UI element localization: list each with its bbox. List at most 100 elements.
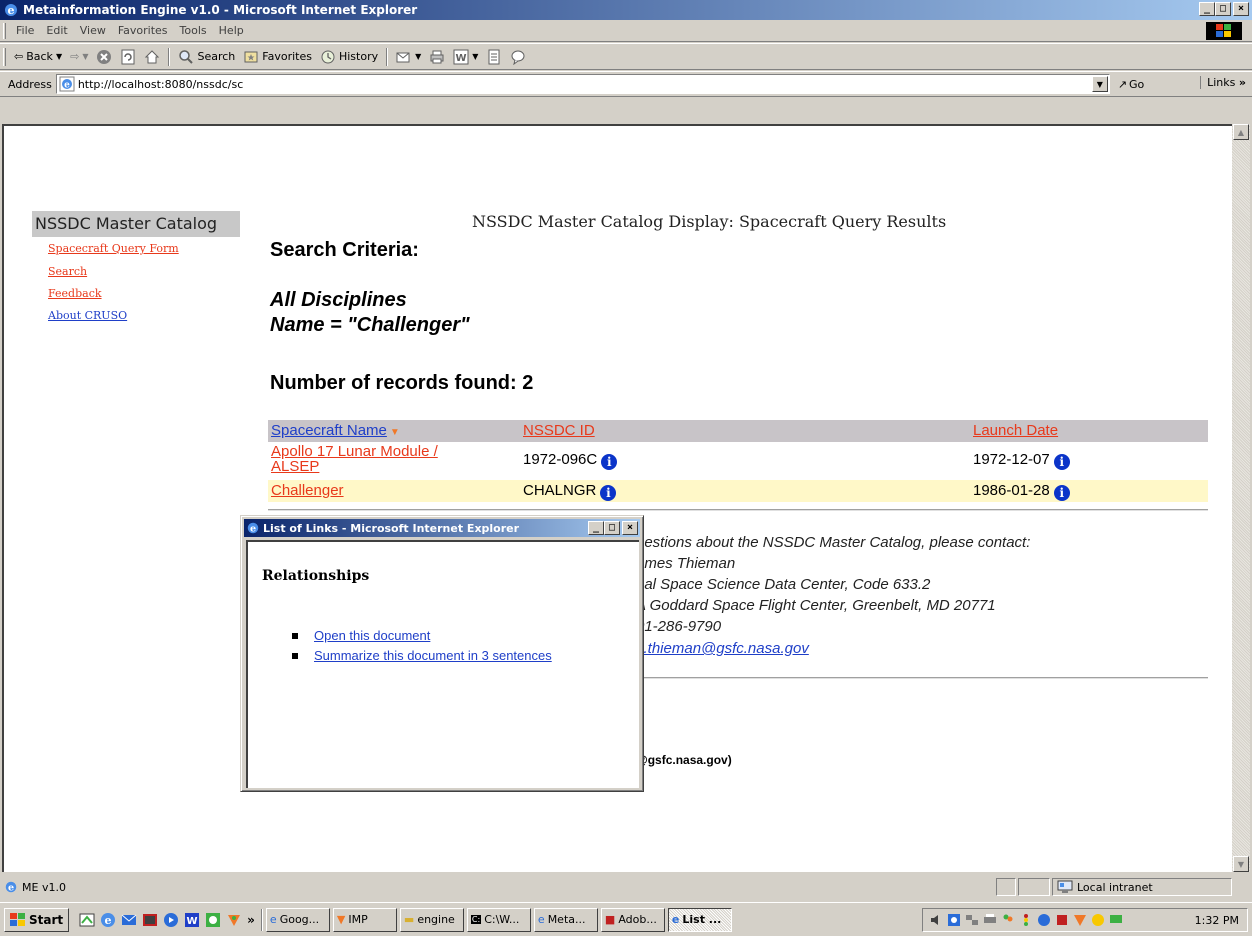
spacecraft-name-link[interactable]: Apollo 17 Lunar Module / ALSEP: [271, 444, 471, 474]
nssdc-id-cell: 1972-096C i: [523, 451, 618, 470]
menu-edit[interactable]: Edit: [40, 24, 73, 37]
task-adobe[interactable]: ■ Adob...: [600, 907, 665, 932]
history-button[interactable]: History: [316, 46, 382, 68]
media-icon[interactable]: [163, 912, 179, 928]
forward-button[interactable]: ⇨ ▼: [66, 46, 92, 68]
favorites-button[interactable]: Favorites: [239, 46, 316, 68]
menu-file[interactable]: File: [10, 24, 40, 37]
printer-icon[interactable]: [983, 913, 997, 927]
minimize-button[interactable]: _: [1199, 2, 1215, 16]
task-engine[interactable]: ▬ engine: [399, 907, 464, 932]
quick-launch-more[interactable]: »: [247, 913, 255, 927]
popup-title-bar[interactable]: e List of Links - Microsoft Internet Exp…: [244, 519, 640, 537]
spacecraft-name-link[interactable]: Challenger: [271, 482, 344, 499]
scroll-up-button[interactable]: ▲: [1233, 124, 1249, 140]
contact-email-link[interactable]: s.thieman@gsfc.nasa.gov: [636, 640, 809, 657]
page-icon: e: [59, 76, 75, 92]
task-command-prompt[interactable]: C: C:\W...: [466, 907, 531, 932]
mail-button[interactable]: ▼: [392, 46, 425, 68]
start-button[interactable]: Start: [4, 907, 70, 932]
volume-icon[interactable]: [929, 913, 943, 927]
ie-icon[interactable]: e: [100, 912, 116, 928]
back-button[interactable]: ⇦ Back ▼: [10, 46, 66, 68]
outlook-icon[interactable]: [121, 912, 137, 928]
photo-icon[interactable]: [142, 912, 158, 928]
task-imp[interactable]: ▼ IMP: [332, 907, 397, 932]
messenger-button[interactable]: [506, 46, 530, 68]
menu-grip[interactable]: [3, 23, 6, 39]
graph-icon[interactable]: [205, 912, 221, 928]
info-icon[interactable]: i: [601, 454, 618, 470]
chevron-down-icon: ▼: [82, 52, 89, 61]
header-spacecraft-name[interactable]: Spacecraft Name ▼: [271, 422, 400, 439]
header-launch-date[interactable]: Launch Date: [973, 422, 1058, 439]
word-icon: W: [453, 49, 469, 64]
computer-icon[interactable]: [1109, 913, 1123, 927]
edit-button[interactable]: W ▼: [449, 46, 482, 68]
launch-date-cell: 1972-12-07 i: [973, 451, 1070, 470]
link-search[interactable]: Search: [48, 265, 87, 278]
word-icon[interactable]: W: [184, 912, 200, 928]
home-button[interactable]: [140, 46, 164, 68]
link-feedback[interactable]: Feedback: [48, 287, 102, 300]
menu-tools[interactable]: Tools: [174, 24, 213, 37]
launch-date: 1972-12-07: [973, 451, 1050, 468]
links-button[interactable]: Links »: [1200, 76, 1246, 89]
popup-maximize-button[interactable]: □: [604, 521, 620, 535]
vertical-scrollbar[interactable]: ▲ ▼: [1232, 124, 1250, 872]
back-arrow-icon: ⇦: [14, 50, 24, 63]
standard-toolbar: ⇦ Back ▼ ⇨ ▼ Search Favorites History ▼ …: [0, 43, 1252, 70]
nssdc-id-cell: CHALNGR i: [523, 482, 617, 501]
search-button[interactable]: Search: [174, 46, 239, 68]
gimp-icon[interactable]: [226, 912, 242, 928]
address-input[interactable]: e http://localhost:8080/nssdc/sc ▼: [55, 74, 1110, 94]
quick-launch: e W »: [79, 912, 255, 928]
maximize-button[interactable]: □: [1215, 2, 1231, 16]
table-row: Challenger CHALNGR i 1986-01-28 i: [268, 480, 1208, 502]
traffic-light-icon[interactable]: [1019, 913, 1033, 927]
address-dropdown-button[interactable]: ▼: [1091, 76, 1108, 92]
music-icon[interactable]: [1091, 913, 1105, 927]
windows-flag-icon: [10, 912, 25, 926]
menu-favorites[interactable]: Favorites: [112, 24, 174, 37]
info-icon[interactable]: i: [1053, 454, 1070, 470]
discuss-button[interactable]: [482, 46, 506, 68]
chevron-down-icon: ▼: [415, 52, 422, 61]
refresh-button[interactable]: [116, 46, 140, 68]
header-nssdc-id[interactable]: NSSDC ID: [523, 422, 595, 439]
menu-help[interactable]: Help: [213, 24, 250, 37]
gimp-icon[interactable]: [1073, 913, 1087, 927]
mail-icon: [396, 52, 410, 62]
print-button[interactable]: [425, 46, 449, 68]
adobe-icon: ■: [604, 913, 616, 926]
info-icon[interactable]: i: [1053, 485, 1070, 501]
scroll-down-button[interactable]: ▼: [1233, 856, 1249, 872]
popup-content: Relationships Open this document Summari…: [246, 540, 639, 788]
search-icon: [179, 49, 194, 64]
window-title-bar[interactable]: e Metainformation Engine v1.0 - Microsof…: [0, 0, 1252, 20]
open-document-link[interactable]: Open this document: [314, 628, 430, 643]
close-button[interactable]: ×: [1233, 2, 1249, 16]
stop-button[interactable]: [92, 46, 116, 68]
desktop-icon[interactable]: [79, 912, 95, 928]
task-list-of-links[interactable]: e List ...: [667, 907, 732, 932]
status-bar: e ME v1.0 Local intranet: [0, 876, 1252, 898]
popup-minimize-button[interactable]: _: [588, 521, 604, 535]
task-google[interactable]: e Goog...: [265, 907, 330, 932]
messenger-icon[interactable]: [1037, 913, 1051, 927]
status-panel: [1018, 878, 1050, 896]
go-button[interactable]: ↗ Go: [1118, 78, 1144, 91]
users-icon[interactable]: [1001, 913, 1015, 927]
header-spacecraft-name-link[interactable]: Spacecraft Name: [271, 422, 387, 439]
menu-view[interactable]: View: [74, 24, 112, 37]
info-icon[interactable]: i: [600, 485, 617, 501]
display-icon[interactable]: [947, 913, 961, 927]
summarize-document-link[interactable]: Summarize this document in 3 sentences: [314, 648, 552, 663]
popup-close-button[interactable]: ×: [622, 521, 638, 535]
link-spacecraft-query-form[interactable]: Spacecraft Query Form: [48, 242, 179, 255]
antivirus-icon[interactable]: [1055, 913, 1069, 927]
toolbar-grip[interactable]: [3, 48, 6, 66]
network-icon[interactable]: [965, 913, 979, 927]
link-about-cruso[interactable]: About CRUSO: [48, 309, 127, 322]
task-meta[interactable]: e Meta...: [533, 907, 598, 932]
